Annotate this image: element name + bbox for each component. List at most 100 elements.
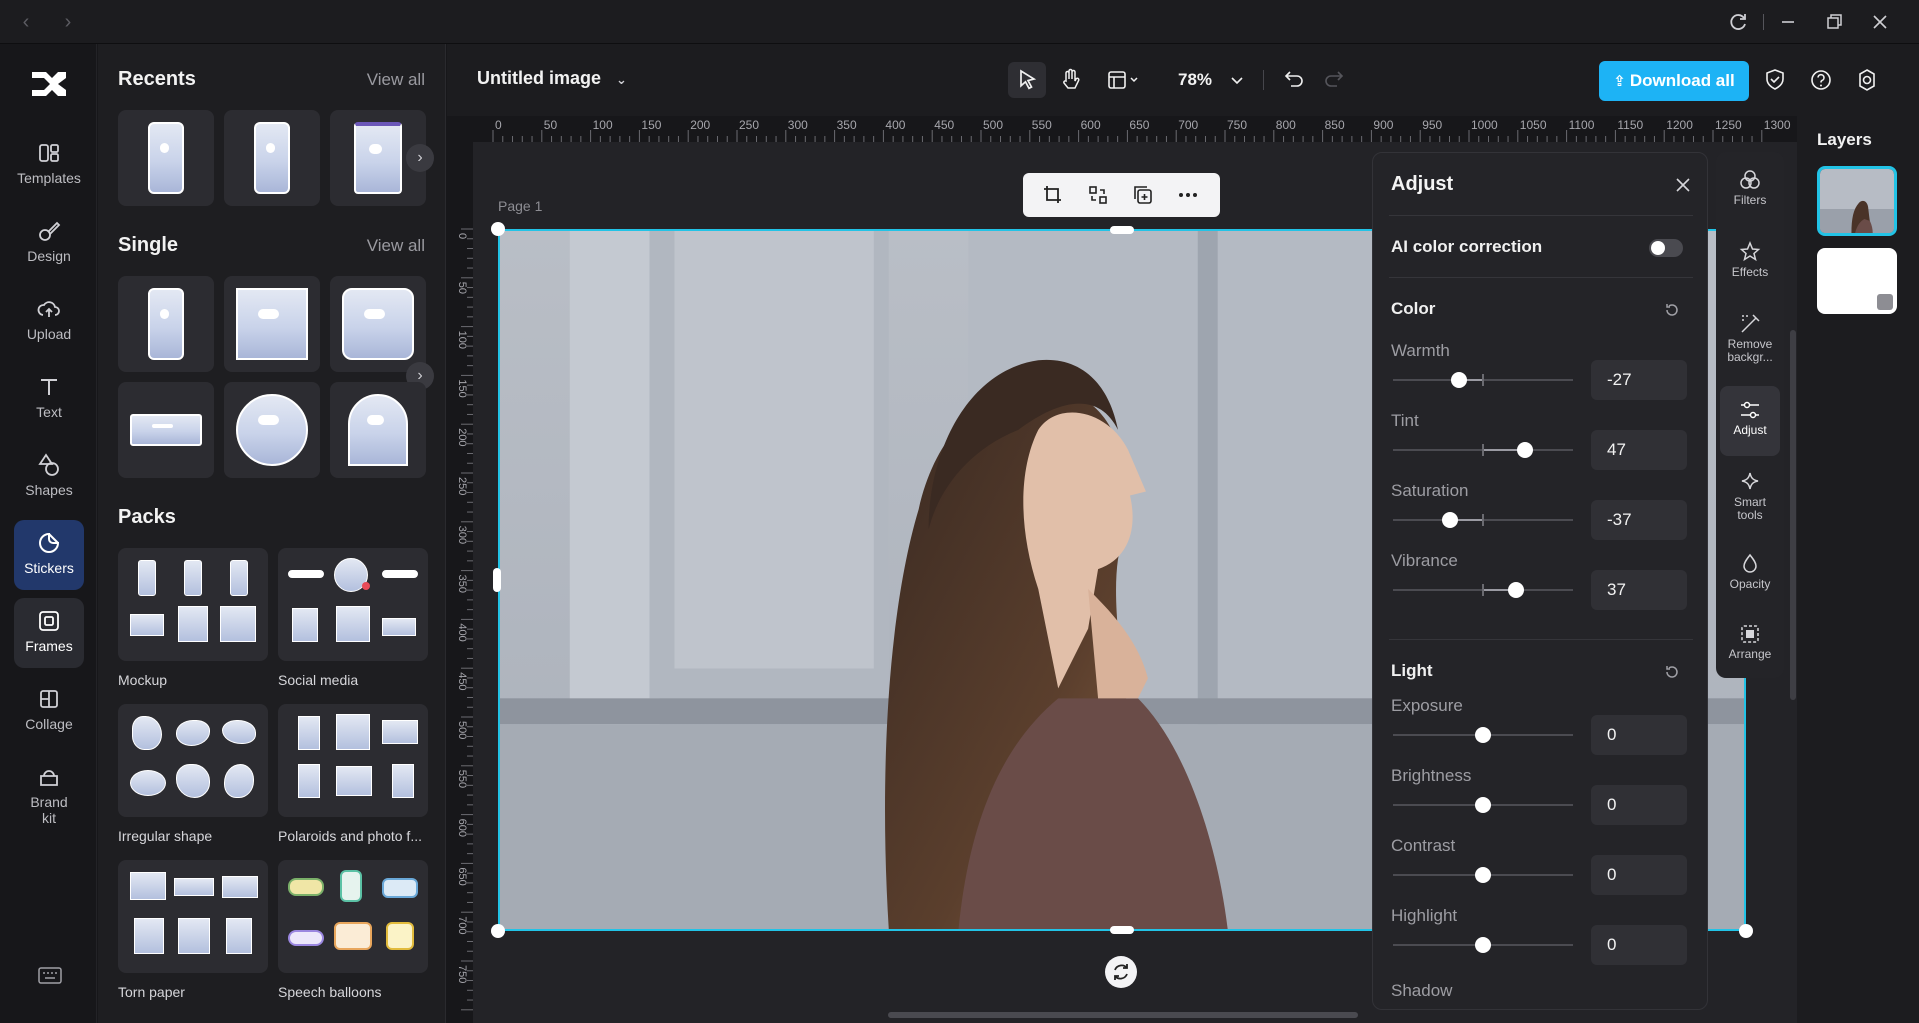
rail-stickers[interactable]: Stickers bbox=[14, 520, 84, 590]
adjust-slider[interactable] bbox=[1393, 372, 1573, 388]
adjust-slider[interactable] bbox=[1393, 937, 1573, 953]
vertical-scrollbar[interactable] bbox=[1790, 330, 1796, 700]
reset-light-icon[interactable] bbox=[1663, 663, 1681, 681]
hand-tool[interactable] bbox=[1052, 62, 1090, 98]
slider-value-input[interactable]: 0 bbox=[1591, 785, 1687, 825]
adjust-slider[interactable] bbox=[1393, 867, 1573, 883]
pack-polaroids[interactable] bbox=[278, 704, 428, 817]
resize-handle-bottom[interactable] bbox=[1110, 926, 1134, 934]
single-sticker-rounded[interactable] bbox=[330, 276, 426, 372]
close-icon[interactable] bbox=[1673, 175, 1693, 195]
adjust-slider[interactable] bbox=[1393, 512, 1573, 528]
ruler-label: 450 bbox=[934, 118, 954, 132]
adjust-slider[interactable] bbox=[1393, 442, 1573, 458]
adjust-slider[interactable] bbox=[1393, 582, 1573, 598]
horizontal-scrollbar[interactable] bbox=[888, 1012, 1358, 1018]
back-icon[interactable]: ‹ bbox=[14, 10, 38, 34]
help-button[interactable] bbox=[1802, 62, 1840, 98]
crop-icon[interactable] bbox=[1041, 183, 1065, 207]
download-all-button[interactable]: ⇪ Download all bbox=[1599, 61, 1749, 101]
slider-value-input[interactable]: 37 bbox=[1591, 570, 1687, 610]
tool-smart-tools[interactable]: Smart tools bbox=[1720, 458, 1780, 538]
resize-handle-bottom-left[interactable] bbox=[491, 924, 505, 938]
single-sticker-phone[interactable] bbox=[118, 276, 214, 372]
tool-arrange[interactable]: Arrange bbox=[1720, 610, 1780, 680]
duplicate-icon[interactable] bbox=[1131, 183, 1155, 207]
more-icon[interactable] bbox=[1176, 183, 1200, 207]
layer-photo[interactable] bbox=[1817, 166, 1897, 236]
pack-mockup[interactable] bbox=[118, 548, 268, 661]
minimize-icon[interactable] bbox=[1776, 10, 1800, 34]
pack-torn-paper[interactable] bbox=[118, 860, 268, 973]
rail-collage[interactable]: Collage bbox=[14, 676, 84, 746]
redo-button[interactable] bbox=[1317, 62, 1355, 98]
undo-button[interactable] bbox=[1273, 62, 1311, 98]
ruler-label: 600 bbox=[1081, 118, 1101, 132]
reset-color-icon[interactable] bbox=[1663, 301, 1681, 319]
tool-remove-background[interactable]: Remove backgr... bbox=[1720, 300, 1780, 382]
adjust-slider[interactable] bbox=[1393, 727, 1573, 743]
refresh-icon[interactable] bbox=[1726, 10, 1750, 34]
adjust-slider[interactable] bbox=[1393, 797, 1573, 813]
select-tool[interactable] bbox=[1008, 62, 1046, 98]
slider-value-input[interactable]: 0 bbox=[1591, 715, 1687, 755]
slider-value-input[interactable]: -37 bbox=[1591, 500, 1687, 540]
recent-sticker-1[interactable] bbox=[118, 110, 214, 206]
forward-icon[interactable]: › bbox=[56, 10, 80, 34]
single-sticker-square[interactable] bbox=[224, 276, 320, 372]
slider-label: Contrast bbox=[1391, 836, 1456, 855]
resize-handle-top[interactable] bbox=[1110, 226, 1134, 234]
zoom-level[interactable]: 78% bbox=[1178, 70, 1212, 90]
pack-social-media[interactable] bbox=[278, 548, 428, 661]
rail-shapes[interactable]: Shapes bbox=[14, 442, 84, 512]
resize-handle-left[interactable] bbox=[493, 568, 501, 592]
recents-view-all[interactable]: View all bbox=[367, 70, 425, 90]
single-sticker-arch[interactable] bbox=[330, 382, 426, 478]
rail-brand-kit[interactable]: Brand kit bbox=[14, 754, 84, 844]
resize-handle-bottom-right[interactable] bbox=[1739, 924, 1753, 938]
single-sticker-wide[interactable] bbox=[118, 382, 214, 478]
capcut-logo[interactable] bbox=[28, 66, 70, 102]
slider-value-input[interactable]: 47 bbox=[1591, 430, 1687, 470]
gear-icon bbox=[1859, 69, 1875, 91]
tool-adjust[interactable]: Adjust bbox=[1720, 386, 1780, 456]
keyboard-shortcuts-icon[interactable] bbox=[38, 966, 62, 986]
document-title[interactable]: Untitled image ⌄ bbox=[477, 68, 627, 89]
recents-next-icon[interactable]: › bbox=[406, 144, 434, 172]
settings-button[interactable] bbox=[1848, 62, 1886, 98]
slider-value-input[interactable]: 0 bbox=[1591, 925, 1687, 965]
toggle-knob bbox=[1651, 241, 1665, 255]
tool-opacity[interactable]: Opacity bbox=[1720, 540, 1780, 610]
document-title-text: Untitled image bbox=[477, 68, 602, 88]
ruler-label: 750 bbox=[1227, 118, 1247, 132]
layers-title: Layers bbox=[1817, 130, 1872, 149]
adjust-title: Adjust bbox=[1391, 173, 1454, 195]
frames-icon bbox=[39, 611, 59, 631]
rotate-handle[interactable] bbox=[1105, 956, 1137, 988]
slider-label: Saturation bbox=[1391, 481, 1469, 500]
resize-handle-top-left[interactable] bbox=[491, 222, 505, 236]
pack-speech-balloons[interactable] bbox=[278, 860, 428, 973]
close-window-icon[interactable] bbox=[1868, 10, 1892, 34]
zoom-menu[interactable] bbox=[1224, 62, 1250, 98]
layer-background[interactable] bbox=[1817, 248, 1897, 314]
tool-effects[interactable]: Effects bbox=[1720, 228, 1780, 298]
rail-text[interactable]: Text bbox=[14, 364, 84, 434]
restore-icon[interactable] bbox=[1822, 10, 1846, 34]
tool-filters[interactable]: Filters bbox=[1720, 156, 1780, 226]
single-sticker-circle[interactable] bbox=[224, 382, 320, 478]
rail-frames[interactable]: Frames bbox=[14, 598, 84, 668]
replace-icon[interactable] bbox=[1086, 183, 1110, 207]
recent-sticker-2[interactable] bbox=[224, 110, 320, 206]
pack-irregular-shape[interactable] bbox=[118, 704, 268, 817]
rail-upload[interactable]: Upload bbox=[14, 286, 84, 356]
rail-design[interactable]: Design bbox=[14, 208, 84, 278]
single-view-all[interactable]: View all bbox=[367, 236, 425, 256]
shield-button[interactable] bbox=[1756, 62, 1794, 98]
ai-color-correction-toggle[interactable] bbox=[1649, 239, 1683, 257]
pack-name-speech-balloons: Speech balloons bbox=[278, 984, 382, 1000]
slider-value-input[interactable]: 0 bbox=[1591, 855, 1687, 895]
slider-value-input[interactable]: -27 bbox=[1591, 360, 1687, 400]
rail-templates[interactable]: Templates bbox=[14, 130, 84, 200]
layout-tool[interactable] bbox=[1098, 62, 1148, 98]
